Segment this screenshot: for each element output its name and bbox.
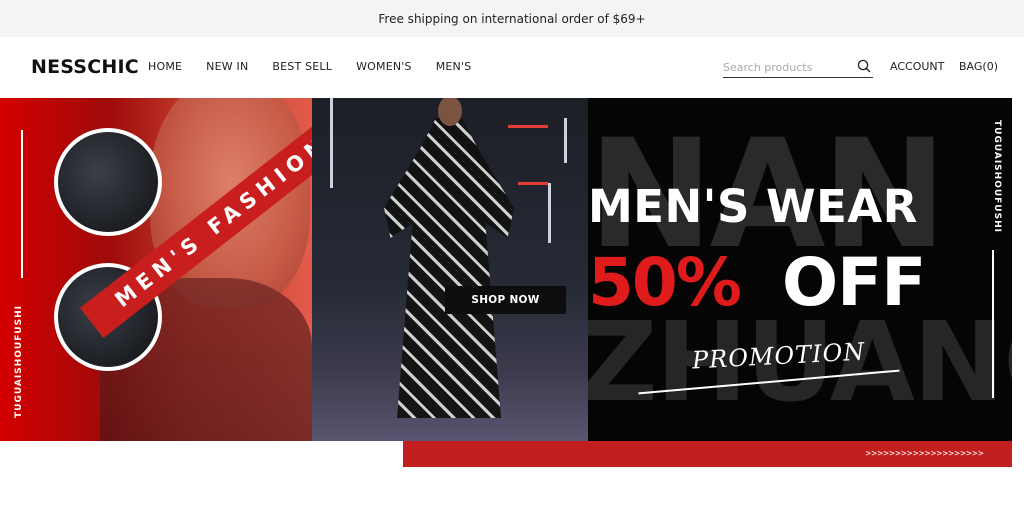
runway-model-image (384, 118, 514, 418)
nav-best-sell[interactable]: BEST SELL (272, 60, 332, 73)
hero-panel-runway: SHOP NOW (312, 98, 588, 441)
discount-percent: 50% (588, 244, 742, 321)
arrows-text: >>>>>>>>>>>>>>>>>>>> (865, 449, 984, 459)
nav-womens[interactable]: WOMEN'S (356, 60, 412, 73)
runway-red-light (518, 182, 548, 185)
detail-circle-pocket (54, 128, 162, 236)
account-link[interactable]: ACCOUNT (890, 60, 944, 73)
announcement-text: Free shipping on international order of … (378, 11, 646, 26)
discount-off: OFF (782, 244, 926, 321)
search-box (723, 57, 873, 78)
side-text-left: TUGUAISHOUFUSHI (14, 305, 24, 418)
nav-new-in[interactable]: NEW IN (206, 60, 248, 73)
hero-panel-left: TUGUAISHOUFUSHI MEN'S FASHION (0, 98, 364, 441)
search-icon[interactable] (857, 59, 871, 73)
hero-banner[interactable]: TUGUAISHOUFUSHI MEN'S FASHION SHOP NOW N… (0, 98, 1012, 441)
side-line-top (21, 130, 23, 278)
nav-mens[interactable]: MEN'S (436, 60, 472, 73)
runway-light (330, 98, 333, 188)
hero-red-bar: >>>>>>>>>>>>>>>>>>>> (403, 441, 1012, 467)
main-nav: HOME NEW IN BEST SELL WOMEN'S MEN'S (148, 60, 495, 73)
logo[interactable]: NESSCHIC (31, 56, 139, 78)
announcement-bar: Free shipping on international order of … (0, 0, 1024, 37)
site-header: NESSCHIC HOME NEW IN BEST SELL WOMEN'S M… (0, 37, 1024, 98)
side-line-right (992, 250, 994, 398)
runway-red-light (508, 125, 548, 128)
promo-headline: MEN'S WEAR (588, 180, 918, 233)
bag-link[interactable]: BAG(0) (959, 60, 998, 73)
runway-light (564, 118, 567, 163)
side-text-right: TUGUAISHOUFUSHI (992, 120, 1002, 233)
search-input[interactable] (723, 57, 848, 77)
nav-home[interactable]: HOME (148, 60, 182, 73)
hero-panel-promo: NAN ZHUANG MEN'S WEAR 50% OFF PROMOTION … (588, 98, 1012, 441)
shop-now-button[interactable]: SHOP NOW (445, 286, 566, 314)
runway-light (548, 183, 551, 243)
